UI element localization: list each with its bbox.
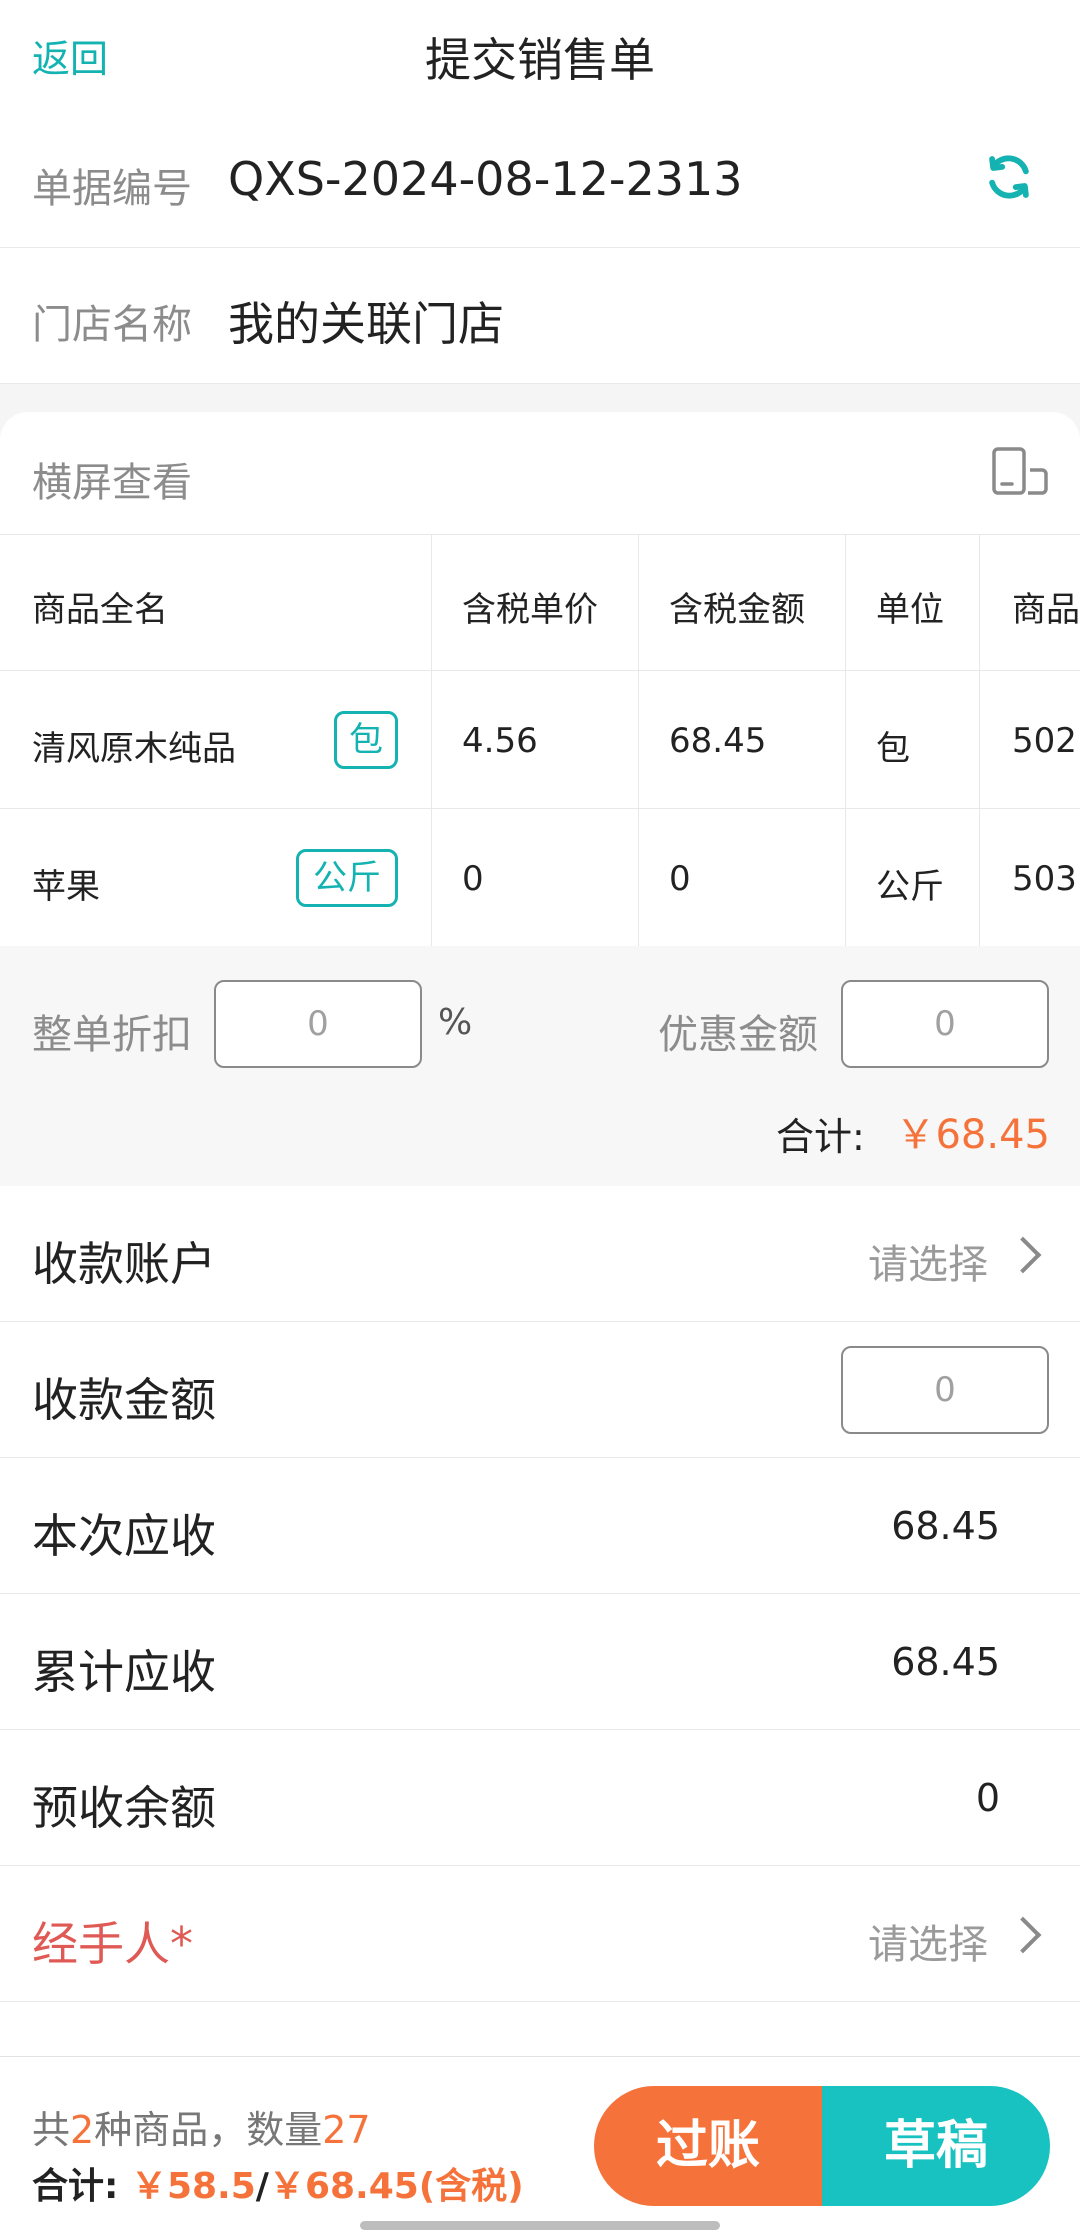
- discount-section: 整单折扣 0 % 优惠金额 0 合计: ￥68.45: [0, 946, 1080, 1187]
- prepaid-value: 0: [975, 1776, 1000, 1820]
- unit-tag[interactable]: 包: [334, 711, 398, 769]
- due-label: 本次应收: [32, 1509, 216, 1563]
- column-name-label: 商品全名: [32, 590, 168, 630]
- unit-value: 包: [876, 729, 910, 769]
- promo-label: 优惠金额: [658, 1012, 818, 1058]
- doc-number-row: 单据编号 QXS-2024-08-12-2313: [0, 112, 1080, 248]
- kinds-count: 2: [70, 2108, 95, 2152]
- column-amount-label: 含税金额: [669, 590, 805, 630]
- column-unit-label: 单位: [876, 590, 944, 630]
- landscape-bar[interactable]: 横屏查看: [0, 412, 1080, 535]
- cumulative-label: 累计应收: [32, 1645, 216, 1699]
- account-row[interactable]: 收款账户 请选择: [0, 1186, 1080, 1322]
- rotate-screen-icon[interactable]: [990, 446, 1050, 498]
- handler-row[interactable]: 经手人* 请选择: [0, 1866, 1080, 2002]
- top-bar: 返回 提交销售单: [0, 0, 1080, 113]
- quantity-count: 27: [322, 2108, 371, 2152]
- store-label: 门店名称: [32, 302, 192, 348]
- store-value: 我的关联门店: [228, 297, 504, 351]
- footer-total-label: 合计:: [32, 2166, 119, 2207]
- column-price-label: 含税单价: [462, 590, 598, 630]
- prepaid-row: 预收余额 0: [0, 1730, 1080, 1866]
- amount-value: 0: [669, 859, 691, 899]
- price-value: 4.56: [462, 721, 538, 761]
- table-cell: 0: [639, 809, 846, 947]
- doc-number-label: 单据编号: [32, 166, 192, 212]
- total-incl-tax: ￥68.45(含税): [268, 2166, 524, 2207]
- table-cell: 502: [980, 671, 1080, 809]
- unit-value: 公斤: [876, 867, 944, 907]
- chevron-right-icon: [1004, 1916, 1042, 1954]
- landscape-label: 横屏查看: [32, 460, 192, 506]
- table-header-cell: 含税金额: [639, 534, 846, 671]
- promo-input[interactable]: 0: [841, 980, 1049, 1068]
- account-placeholder: 请选择: [868, 1242, 988, 1288]
- code-value: 502: [1012, 721, 1077, 761]
- table-header-cell: 单位: [846, 534, 980, 671]
- cumulative-row: 累计应收 68.45: [0, 1594, 1080, 1730]
- total-label: 合计:: [776, 1115, 865, 1159]
- discount-label: 整单折扣: [32, 1012, 192, 1058]
- code-value: 503: [1012, 859, 1077, 899]
- discount-input[interactable]: 0: [214, 980, 422, 1068]
- total-slash: /: [255, 2166, 269, 2207]
- unit-tag[interactable]: 公斤: [296, 849, 398, 907]
- product-name: 清风原木纯品: [32, 729, 236, 769]
- table-cell: 0: [432, 809, 639, 947]
- table-header-cell: 商品全名: [0, 534, 432, 671]
- handler-placeholder: 请选择: [868, 1922, 988, 1968]
- receive-input[interactable]: 0: [841, 1346, 1049, 1434]
- table-header-cell: 商品: [980, 534, 1080, 671]
- store-row: 门店名称 我的关联门店: [0, 248, 1080, 384]
- table-cell: 503: [980, 809, 1080, 947]
- amount-value: 68.45: [669, 721, 767, 761]
- post-button[interactable]: 过账: [594, 2086, 822, 2206]
- receive-row: 收款金额 0: [0, 1322, 1080, 1458]
- table-row[interactable]: 清风原木纯品 包: [0, 671, 432, 809]
- column-code-label: 商品: [1012, 590, 1080, 630]
- refresh-icon[interactable]: [982, 150, 1036, 204]
- table-header-cell: 含税单价: [432, 534, 639, 671]
- total-value: ￥68.45: [895, 1112, 1050, 1158]
- prepaid-label: 预收余额: [32, 1781, 216, 1835]
- table-cell: 4.56: [432, 671, 639, 809]
- receive-label: 收款金额: [32, 1373, 216, 1427]
- table-cell: 68.45: [639, 671, 846, 809]
- summary-prefix: 共: [32, 2108, 71, 2152]
- doc-number-value: QXS-2024-08-12-2313: [228, 152, 743, 206]
- account-label: 收款账户: [32, 1237, 216, 1291]
- chevron-right-icon: [1004, 1236, 1042, 1274]
- table-cell: 包: [846, 671, 980, 809]
- total-excl-tax: ￥58.5: [130, 2166, 256, 2207]
- footer-total: 合计: ￥58.5/￥68.45(含税): [32, 2157, 524, 2209]
- summary-mid: 种商品，数量: [94, 2108, 323, 2152]
- page-title: 提交销售单: [425, 33, 655, 87]
- table-row[interactable]: 苹果 公斤: [0, 809, 432, 947]
- table-cell: 公斤: [846, 809, 980, 947]
- price-value: 0: [462, 859, 484, 899]
- home-indicator: [360, 2221, 720, 2230]
- summary-line: 共2种商品，数量27: [32, 2099, 371, 2154]
- percent-sign: %: [438, 1002, 473, 1043]
- due-row: 本次应收 68.45: [0, 1458, 1080, 1594]
- cumulative-value: 68.45: [891, 1640, 1000, 1684]
- draft-button[interactable]: 草稿: [822, 2086, 1050, 2206]
- product-name: 苹果: [32, 867, 100, 907]
- handler-label: 经手人*: [32, 1917, 193, 1971]
- due-value: 68.45: [891, 1504, 1000, 1548]
